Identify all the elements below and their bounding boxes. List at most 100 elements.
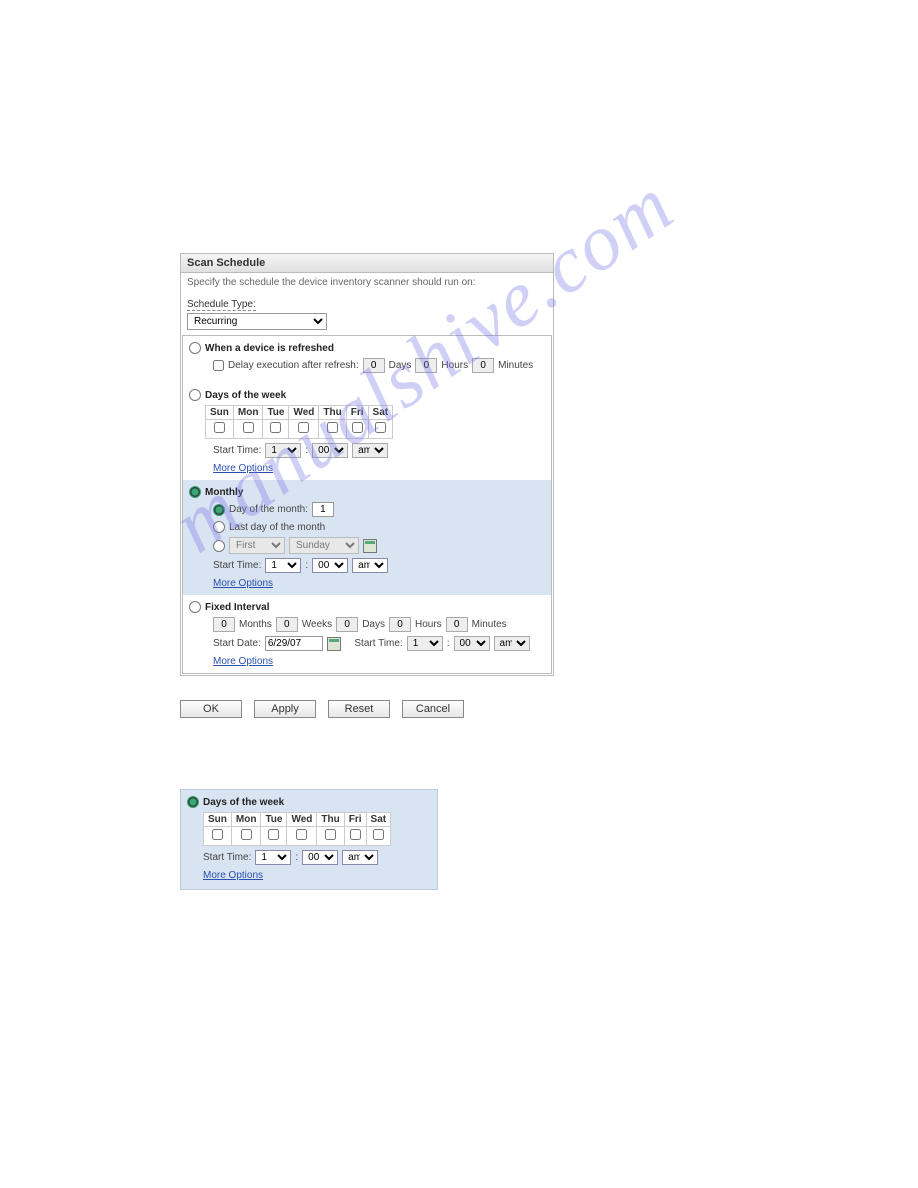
dow2-hour-select[interactable]: 1 <box>255 850 291 865</box>
radio-last-day[interactable] <box>213 521 225 533</box>
dow2-h-fri: Fri <box>344 813 366 827</box>
fixed-ampm-select[interactable]: am <box>494 636 530 651</box>
dow2-h-thu: Thu <box>317 813 344 827</box>
dow-h-mon: Mon <box>233 406 263 420</box>
fixed-days-input[interactable] <box>336 617 358 632</box>
dow2-cb-mon[interactable] <box>241 829 252 840</box>
day-of-month-label: Day of the month: <box>229 504 308 515</box>
dow-cb-thu[interactable] <box>327 422 338 433</box>
fixed-start-date-label: Start Date: <box>213 638 261 649</box>
dow-more-options-link[interactable]: More Options <box>213 463 273 474</box>
dow2-cb-tue[interactable] <box>268 829 279 840</box>
dow2-start-label: Start Time: <box>203 852 251 863</box>
dow-header-row: Sun Mon Tue Wed Thu Fri Sat <box>206 406 393 420</box>
monthly-start-label: Start Time: <box>213 560 261 571</box>
dow-cb-wed[interactable] <box>298 422 309 433</box>
dow2-cb-sun[interactable] <box>212 829 223 840</box>
fixed-start-time-label: Start Time: <box>354 638 402 649</box>
section-refresh: When a device is refreshed Delay executi… <box>183 336 551 383</box>
delay-days-input[interactable] <box>363 358 385 373</box>
section-days-of-week: Days of the week Sun Mon Tue Wed Thu Fri… <box>183 383 551 480</box>
dow-cb-tue[interactable] <box>270 422 281 433</box>
section-fixed-interval: Fixed Interval Months Weeks Days Hours M… <box>183 595 551 673</box>
dow-cb-mon[interactable] <box>243 422 254 433</box>
last-day-label: Last day of the month <box>229 522 325 533</box>
dow-cb-fri[interactable] <box>352 422 363 433</box>
fixed-start-date-input[interactable] <box>265 636 323 651</box>
radio-monthly[interactable] <box>189 486 201 498</box>
fixed-more-options-link[interactable]: More Options <box>213 656 273 667</box>
delay-minutes-input[interactable] <box>472 358 494 373</box>
monthly-more-options-link[interactable]: More Options <box>213 578 273 589</box>
weekday-select[interactable]: Sunday <box>289 537 359 554</box>
dow2-cb-sat[interactable] <box>373 829 384 840</box>
calendar-icon[interactable] <box>327 637 341 651</box>
dow2-cb-fri[interactable] <box>350 829 361 840</box>
dow-start-label: Start Time: <box>213 445 261 456</box>
delay-hours-input[interactable] <box>415 358 437 373</box>
delay-days-label: Days <box>389 360 412 371</box>
monthly-ampm-select[interactable]: am <box>352 558 388 573</box>
dow-hour-select[interactable]: 1 <box>265 443 301 458</box>
radio-dow-detail[interactable] <box>187 796 199 808</box>
dow-h-sat: Sat <box>368 406 393 420</box>
panel-title: Scan Schedule <box>181 254 553 273</box>
fixed-minute-select[interactable]: 00 <box>454 636 490 651</box>
fixed-minutes-label: Minutes <box>472 619 507 630</box>
dow-cb-sun[interactable] <box>214 422 225 433</box>
fixed-months-input[interactable] <box>213 617 235 632</box>
delay-hours-label: Hours <box>441 360 468 371</box>
ok-button[interactable]: OK <box>180 700 242 718</box>
radio-day-of-month[interactable] <box>213 504 225 516</box>
dow-h-fri: Fri <box>346 406 368 420</box>
dow2-minute-select[interactable]: 00 <box>302 850 338 865</box>
radio-ordinal[interactable] <box>213 540 225 552</box>
monthly-hour-select[interactable]: 1 <box>265 558 301 573</box>
schedule-options-box: When a device is refreshed Delay executi… <box>182 335 552 674</box>
delay-checkbox[interactable] <box>213 360 224 371</box>
scan-schedule-panel: Scan Schedule Specify the schedule the d… <box>180 253 554 676</box>
schedule-type-label: Schedule Type: <box>187 299 256 311</box>
cancel-button[interactable]: Cancel <box>402 700 464 718</box>
dow2-h-sun: Sun <box>204 813 232 827</box>
dow2-more-options-link[interactable]: More Options <box>203 870 263 881</box>
calendar-icon[interactable] <box>363 539 377 553</box>
dow2-h-wed: Wed <box>287 813 317 827</box>
dow2-h-mon: Mon <box>231 813 261 827</box>
dow-check-row <box>206 420 393 439</box>
schedule-type-block: Schedule Type: Recurring <box>181 296 553 334</box>
button-row: OK Apply Reset Cancel <box>180 700 464 718</box>
fixed-title: Fixed Interval <box>205 602 269 613</box>
dow-minute-select[interactable]: 00 <box>312 443 348 458</box>
delay-minutes-label: Minutes <box>498 360 533 371</box>
days-of-week-detail-panel: Days of the week Sun Mon Tue Wed Thu Fri… <box>180 789 438 890</box>
dow2-cb-wed[interactable] <box>296 829 307 840</box>
dow2-h-sat: Sat <box>366 813 391 827</box>
dow2-cb-thu[interactable] <box>325 829 336 840</box>
monthly-title: Monthly <box>205 487 243 498</box>
fixed-weeks-input[interactable] <box>276 617 298 632</box>
section-monthly: Monthly Day of the month: Last day of th… <box>183 480 551 595</box>
monthly-minute-select[interactable]: 00 <box>312 558 348 573</box>
day-of-month-input[interactable] <box>312 502 334 517</box>
fixed-months-label: Months <box>239 619 272 630</box>
fixed-hour-select[interactable]: 1 <box>407 636 443 651</box>
dow2-ampm-select[interactable]: am <box>342 850 378 865</box>
refresh-title: When a device is refreshed <box>205 343 334 354</box>
fixed-minutes-input[interactable] <box>446 617 468 632</box>
radio-days-of-week[interactable] <box>189 389 201 401</box>
radio-refresh[interactable] <box>189 342 201 354</box>
dow-ampm-select[interactable]: am <box>352 443 388 458</box>
fixed-days-label: Days <box>362 619 385 630</box>
ordinal-select[interactable]: First <box>229 537 285 554</box>
radio-fixed-interval[interactable] <box>189 601 201 613</box>
fixed-hours-input[interactable] <box>389 617 411 632</box>
reset-button[interactable]: Reset <box>328 700 390 718</box>
dow-cb-sat[interactable] <box>375 422 386 433</box>
schedule-type-select[interactable]: Recurring <box>187 313 327 330</box>
dow2-title: Days of the week <box>203 797 284 808</box>
apply-button[interactable]: Apply <box>254 700 316 718</box>
dow2-table: Sun Mon Tue Wed Thu Fri Sat <box>203 812 391 846</box>
dow-table: Sun Mon Tue Wed Thu Fri Sat <box>205 405 393 439</box>
dow-h-sun: Sun <box>206 406 234 420</box>
